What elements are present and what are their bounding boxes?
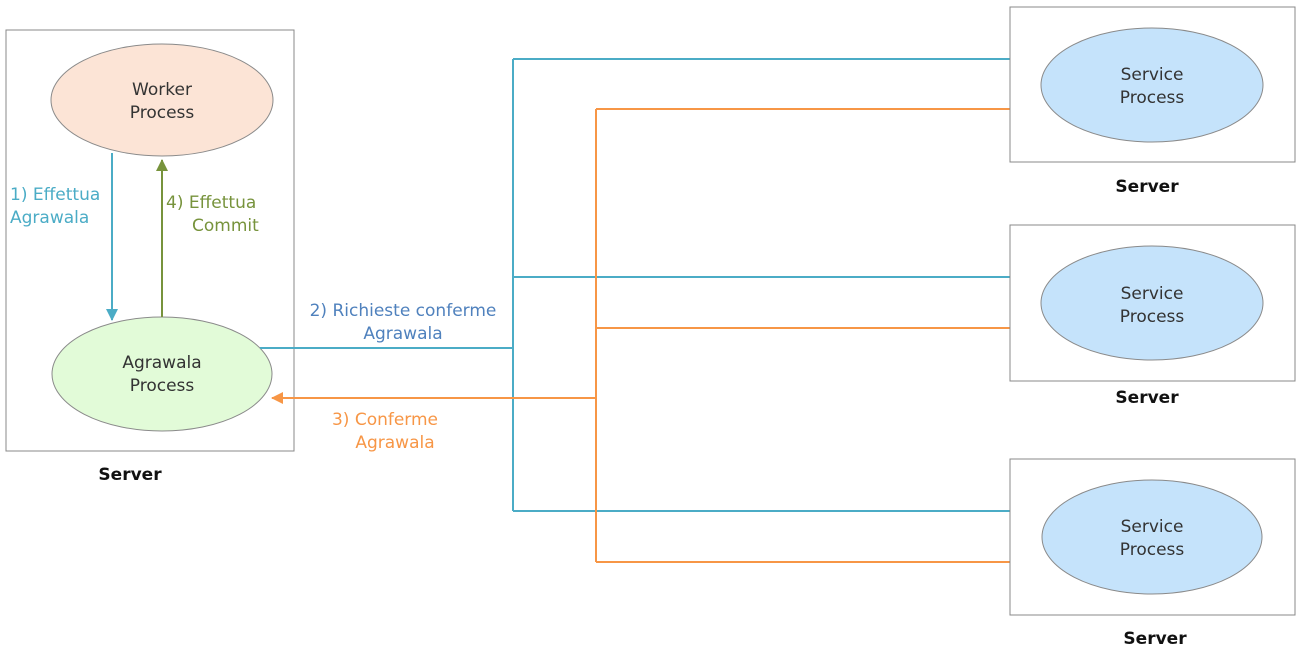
step1-label-line2: Agrawala	[10, 208, 89, 228]
agrawala-process-node: Agrawala Process	[51, 316, 273, 432]
agrawala-process-label-line2: Process	[130, 376, 195, 396]
main-server-label: Server	[98, 465, 162, 485]
service-process-1-ellipse	[1040, 27, 1264, 143]
step4-label-line1: 4) Effettua	[166, 193, 256, 213]
remote-server-2: Service Process Server	[1009, 224, 1296, 408]
agrawala-process-label-line1: Agrawala	[122, 353, 201, 373]
step1-label-line1: 1) Effettua	[10, 185, 100, 205]
service-process-3-label-line1: Service	[1121, 517, 1184, 537]
step3-label-line1: 3) Conferme	[332, 410, 438, 430]
remote-server-1: Service Process Server	[1009, 6, 1296, 197]
worker-process-node: Worker Process	[50, 43, 274, 157]
service-process-1-label-line1: Service	[1121, 65, 1184, 85]
step4-label-line2: Commit	[192, 216, 259, 236]
step2-label-line1: 2) Richieste conferme	[310, 301, 497, 321]
service-process-3-ellipse	[1041, 479, 1263, 595]
service-process-3-label-line2: Process	[1120, 540, 1185, 560]
architecture-diagram: Server Worker Process Agrawala Process 1…	[5, 6, 1296, 649]
remote-server-3-label: Server	[1123, 629, 1187, 649]
service-process-2-label-line1: Service	[1121, 284, 1184, 304]
remote-server-3: Service Process Server	[1009, 458, 1296, 649]
service-process-1-label-line2: Process	[1120, 88, 1185, 108]
agrawala-process-ellipse	[51, 316, 273, 432]
service-process-2-label-line2: Process	[1120, 307, 1185, 327]
remote-server-2-label: Server	[1115, 388, 1179, 408]
step2-label-line2: Agrawala	[363, 324, 442, 344]
main-server: Server Worker Process Agrawala Process	[5, 29, 295, 485]
worker-process-label-line2: Process	[130, 103, 195, 123]
remote-server-1-label: Server	[1115, 177, 1179, 197]
worker-process-ellipse	[50, 43, 274, 157]
worker-process-label-line1: Worker	[132, 80, 192, 100]
step3-label-line2: Agrawala	[355, 433, 434, 453]
